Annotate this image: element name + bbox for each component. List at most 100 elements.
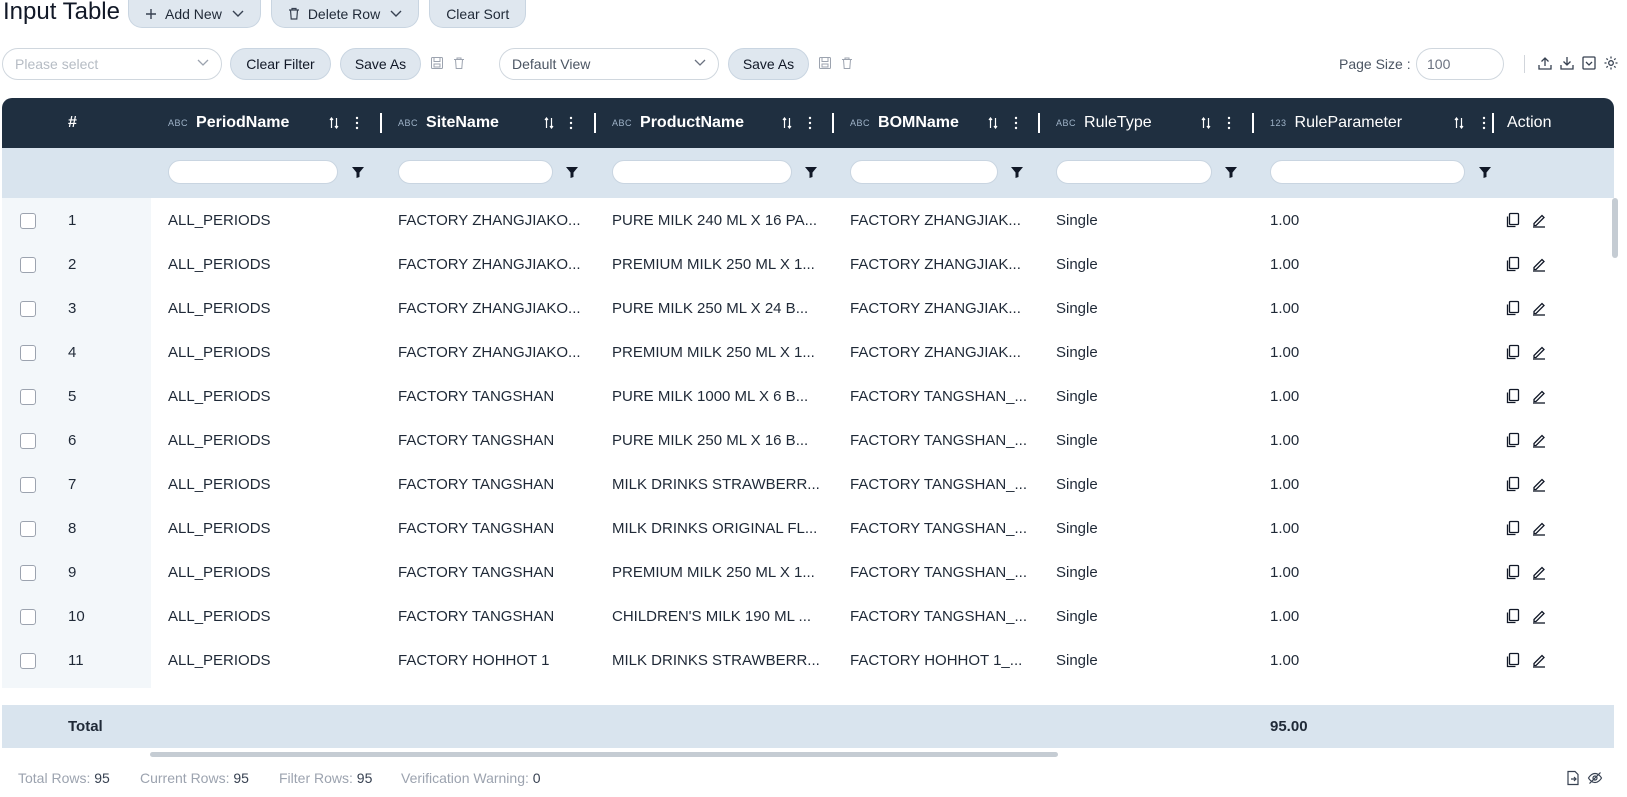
row-checkbox[interactable] bbox=[20, 565, 36, 581]
row-checkbox[interactable] bbox=[20, 653, 36, 669]
column-header-bomname[interactable]: ABC BOMName bbox=[850, 98, 959, 148]
clear-filter-button[interactable]: Clear Filter bbox=[230, 48, 331, 80]
clear-sort-button[interactable]: Clear Sort bbox=[429, 0, 527, 28]
vertical-scrollbar[interactable] bbox=[1612, 198, 1618, 258]
edit-icon[interactable] bbox=[1531, 520, 1547, 536]
column-header-periodname[interactable]: ABC PeriodName bbox=[168, 98, 289, 148]
cell-index[interactable]: 6 bbox=[68, 418, 76, 462]
cell-bom[interactable]: FACTORY TANGSHAN_... bbox=[850, 550, 1027, 594]
table-row[interactable]: 10 ALL_PERIODS FACTORY TANGSHAN CHILDREN'S … bbox=[2, 594, 1614, 638]
copy-icon[interactable] bbox=[1505, 608, 1521, 624]
cell-site[interactable]: FACTORY TANGSHAN bbox=[398, 418, 554, 462]
cell-period[interactable]: ALL_PERIODS bbox=[168, 286, 271, 330]
cell-index[interactable]: 12 bbox=[68, 682, 85, 688]
column-resize-handle[interactable] bbox=[832, 113, 834, 133]
edit-icon[interactable] bbox=[1531, 608, 1547, 624]
copy-icon[interactable] bbox=[1505, 256, 1521, 272]
more-vertical-icon[interactable] bbox=[1481, 113, 1487, 133]
cell-site[interactable]: FACTORY ZHANGJIAKO... bbox=[398, 242, 581, 286]
copy-icon[interactable] bbox=[1505, 520, 1521, 536]
cell-param[interactable]: 1.00 bbox=[1270, 330, 1299, 374]
row-checkbox[interactable] bbox=[20, 213, 36, 229]
sort-icon[interactable] bbox=[1200, 113, 1212, 133]
cell-period[interactable]: ALL_PERIODS bbox=[168, 198, 271, 242]
funnel-icon[interactable] bbox=[351, 165, 365, 179]
filter-select[interactable]: Please select bbox=[2, 48, 222, 80]
productname-filter-input[interactable] bbox=[612, 160, 792, 184]
cell-index[interactable]: 3 bbox=[68, 286, 76, 330]
select-column-icon[interactable] bbox=[1581, 55, 1597, 71]
table-row[interactable]: 4 ALL_PERIODS FACTORY ZHANGJIAKO... PREMIUM… bbox=[2, 330, 1614, 374]
cell-rule[interactable]: Single bbox=[1056, 638, 1098, 682]
cell-param[interactable]: 1.00 bbox=[1270, 594, 1299, 638]
cell-bom[interactable]: FACTORY ZHANGJIAK... bbox=[850, 286, 1021, 330]
table-row[interactable]: 12 ALL_PERIODS FACTORY HOHHOT 2 PURE MILK S… bbox=[2, 682, 1614, 688]
edit-icon[interactable] bbox=[1531, 388, 1547, 404]
funnel-icon[interactable] bbox=[804, 165, 818, 179]
periodname-filter-input[interactable] bbox=[168, 160, 338, 184]
column-header-sitename[interactable]: ABC SiteName bbox=[398, 98, 499, 148]
cell-param[interactable]: 1.00 bbox=[1270, 286, 1299, 330]
cell-index[interactable]: 5 bbox=[68, 374, 76, 418]
column-resize-handle[interactable] bbox=[594, 113, 596, 133]
funnel-icon[interactable] bbox=[565, 165, 579, 179]
cell-index[interactable]: 11 bbox=[68, 638, 84, 682]
funnel-icon[interactable] bbox=[1478, 165, 1492, 179]
cell-site[interactable]: FACTORY ZHANGJIAKO... bbox=[398, 286, 581, 330]
sort-icon[interactable] bbox=[543, 113, 555, 133]
cell-site[interactable]: FACTORY TANGSHAN bbox=[398, 374, 554, 418]
cell-site[interactable]: FACTORY HOHHOT 2 bbox=[398, 682, 549, 688]
cell-bom[interactable]: FACTORY TANGSHAN_... bbox=[850, 462, 1027, 506]
cell-site[interactable]: FACTORY TANGSHAN bbox=[398, 594, 554, 638]
cell-rule[interactable]: Single bbox=[1056, 418, 1098, 462]
cell-product[interactable]: PURE MILK 240 ML X 16 PA... bbox=[612, 198, 817, 242]
cell-product[interactable]: PURE MILK 1000 ML X 6 B... bbox=[612, 374, 808, 418]
trash-icon[interactable] bbox=[452, 56, 466, 70]
cell-rule[interactable]: Single bbox=[1056, 550, 1098, 594]
horizontal-scrollbar[interactable] bbox=[150, 752, 1058, 757]
cell-index[interactable]: 7 bbox=[68, 462, 76, 506]
export-file-icon[interactable] bbox=[1565, 770, 1581, 786]
cell-rule[interactable]: Single bbox=[1056, 374, 1098, 418]
table-row[interactable]: 6 ALL_PERIODS FACTORY TANGSHAN PURE MILK 25… bbox=[2, 418, 1614, 462]
more-vertical-icon[interactable] bbox=[1226, 113, 1232, 133]
cell-period[interactable]: ALL_PERIODS bbox=[168, 462, 271, 506]
edit-icon[interactable] bbox=[1531, 256, 1547, 272]
save-icon[interactable] bbox=[818, 56, 832, 70]
cell-period[interactable]: ALL_PERIODS bbox=[168, 418, 271, 462]
cell-rule[interactable]: Single bbox=[1056, 506, 1098, 550]
copy-icon[interactable] bbox=[1505, 652, 1521, 668]
cell-param[interactable]: 1.00 bbox=[1270, 198, 1299, 242]
copy-icon[interactable] bbox=[1505, 476, 1521, 492]
cell-param[interactable]: 1.00 bbox=[1270, 682, 1299, 688]
download-icon[interactable] bbox=[1559, 55, 1575, 71]
copy-icon[interactable] bbox=[1505, 344, 1521, 360]
cell-product[interactable]: PURE MILK 250 ML X 24 B... bbox=[612, 286, 808, 330]
table-row[interactable]: 7 ALL_PERIODS FACTORY TANGSHAN MILK DRINKS … bbox=[2, 462, 1614, 506]
cell-product[interactable]: MILK DRINKS STRAWBERR... bbox=[612, 638, 820, 682]
cell-param[interactable]: 1.00 bbox=[1270, 638, 1299, 682]
cell-bom[interactable]: FACTORY TANGSHAN_... bbox=[850, 594, 1027, 638]
funnel-icon[interactable] bbox=[1224, 165, 1238, 179]
bomname-filter-input[interactable] bbox=[850, 160, 998, 184]
cell-param[interactable]: 1.00 bbox=[1270, 374, 1299, 418]
save-as-filter-button[interactable]: Save As bbox=[340, 48, 421, 80]
copy-icon[interactable] bbox=[1505, 388, 1521, 404]
cell-period[interactable]: ALL_PERIODS bbox=[168, 330, 271, 374]
row-checkbox[interactable] bbox=[20, 257, 36, 273]
cell-index[interactable]: 10 bbox=[68, 594, 85, 638]
column-header-ruleparameter[interactable]: 123 RuleParameter bbox=[1270, 98, 1402, 148]
cell-site[interactable]: FACTORY TANGSHAN bbox=[398, 462, 554, 506]
cell-rule[interactable]: Single bbox=[1056, 286, 1098, 330]
ruletype-filter-input[interactable] bbox=[1056, 160, 1212, 184]
delete-row-button[interactable]: Delete Row bbox=[270, 0, 420, 28]
column-header-productname[interactable]: ABC ProductName bbox=[612, 98, 744, 148]
cell-rule[interactable]: Single bbox=[1056, 330, 1098, 374]
cell-period[interactable]: ALL_PERIODS bbox=[168, 594, 271, 638]
cell-period[interactable]: ALL_PERIODS bbox=[168, 242, 271, 286]
more-vertical-icon[interactable] bbox=[807, 113, 813, 133]
cell-rule[interactable]: Single bbox=[1056, 682, 1098, 688]
edit-icon[interactable] bbox=[1531, 212, 1547, 228]
row-checkbox[interactable] bbox=[20, 609, 36, 625]
cell-site[interactable]: FACTORY TANGSHAN bbox=[398, 506, 554, 550]
